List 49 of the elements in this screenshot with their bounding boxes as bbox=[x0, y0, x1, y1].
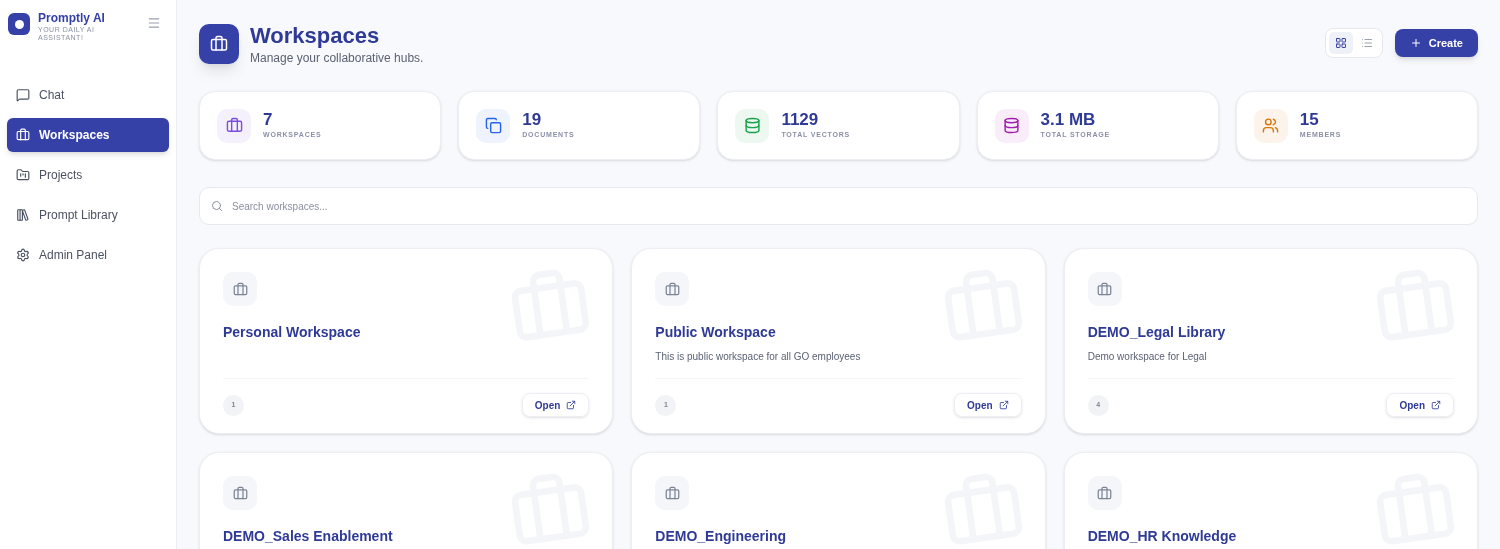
books-icon bbox=[16, 208, 30, 222]
stat-value: 15 bbox=[1299, 110, 1320, 131]
plus-icon bbox=[1409, 37, 1422, 49]
external-link-icon bbox=[1431, 400, 1441, 410]
briefcase-icon bbox=[232, 485, 248, 501]
logo-icon bbox=[8, 13, 30, 35]
briefcase-icon bbox=[664, 485, 680, 501]
workspace-title: Public Workspace bbox=[655, 323, 777, 342]
open-button[interactable]: Open bbox=[521, 393, 590, 417]
chat-icon bbox=[16, 88, 30, 102]
workspace-title: DEMO_HR Knowledge bbox=[1087, 527, 1238, 546]
create-button[interactable]: Create bbox=[1394, 29, 1478, 57]
page-title: Workspaces bbox=[250, 24, 381, 48]
stat-value: 1129 bbox=[781, 110, 820, 131]
stat-value: 3.1 MB bbox=[1040, 110, 1097, 131]
page-subtitle: Manage your collaborative hubs. bbox=[250, 50, 424, 67]
grid-icon bbox=[1334, 37, 1347, 49]
settings-icon bbox=[16, 248, 30, 262]
list-icon bbox=[1360, 37, 1373, 49]
external-link-icon bbox=[998, 400, 1009, 410]
search-field[interactable]: Search workspaces... bbox=[199, 187, 1478, 225]
menu-button[interactable] bbox=[147, 16, 161, 30]
workspace-title: Personal Workspace bbox=[223, 323, 362, 342]
stat-value: 7 bbox=[263, 110, 274, 131]
workspace-title: DEMO_Legal Library bbox=[1087, 323, 1227, 342]
open-button[interactable]: Open bbox=[1386, 393, 1454, 417]
external-link-icon bbox=[566, 400, 577, 410]
briefcase-icon bbox=[1097, 281, 1113, 297]
workspace-title: DEMO_Engineering bbox=[655, 527, 787, 546]
open-button[interactable]: Open bbox=[954, 393, 1022, 417]
briefcase-icon bbox=[664, 281, 680, 297]
workspace-description: Demo workspace for Legal bbox=[1087, 350, 1208, 364]
grid-view-button[interactable] bbox=[1328, 32, 1353, 54]
briefcase-icon bbox=[1097, 485, 1113, 501]
nav-item[interactable]: Chat bbox=[7, 78, 169, 112]
workspace-description: This is public workspace for all GO employees bbox=[655, 350, 862, 364]
nav-item[interactable]: Prompt Library bbox=[7, 198, 169, 232]
brand-name: Promptly AI bbox=[38, 10, 106, 26]
stat-value: 19 bbox=[522, 110, 543, 131]
nav-item[interactable]: Workspaces bbox=[7, 118, 169, 152]
briefcase-icon bbox=[16, 128, 30, 142]
briefcase-icon bbox=[210, 35, 228, 53]
nav-item[interactable]: Projects bbox=[7, 158, 169, 192]
workspace-title: DEMO_Sales Enablement bbox=[223, 527, 394, 546]
briefcase-icon bbox=[232, 281, 248, 297]
folder-icon bbox=[16, 168, 30, 182]
search-icon bbox=[211, 200, 223, 212]
menu-icon bbox=[147, 16, 161, 30]
nav-item[interactable]: Admin Panel bbox=[7, 238, 169, 272]
